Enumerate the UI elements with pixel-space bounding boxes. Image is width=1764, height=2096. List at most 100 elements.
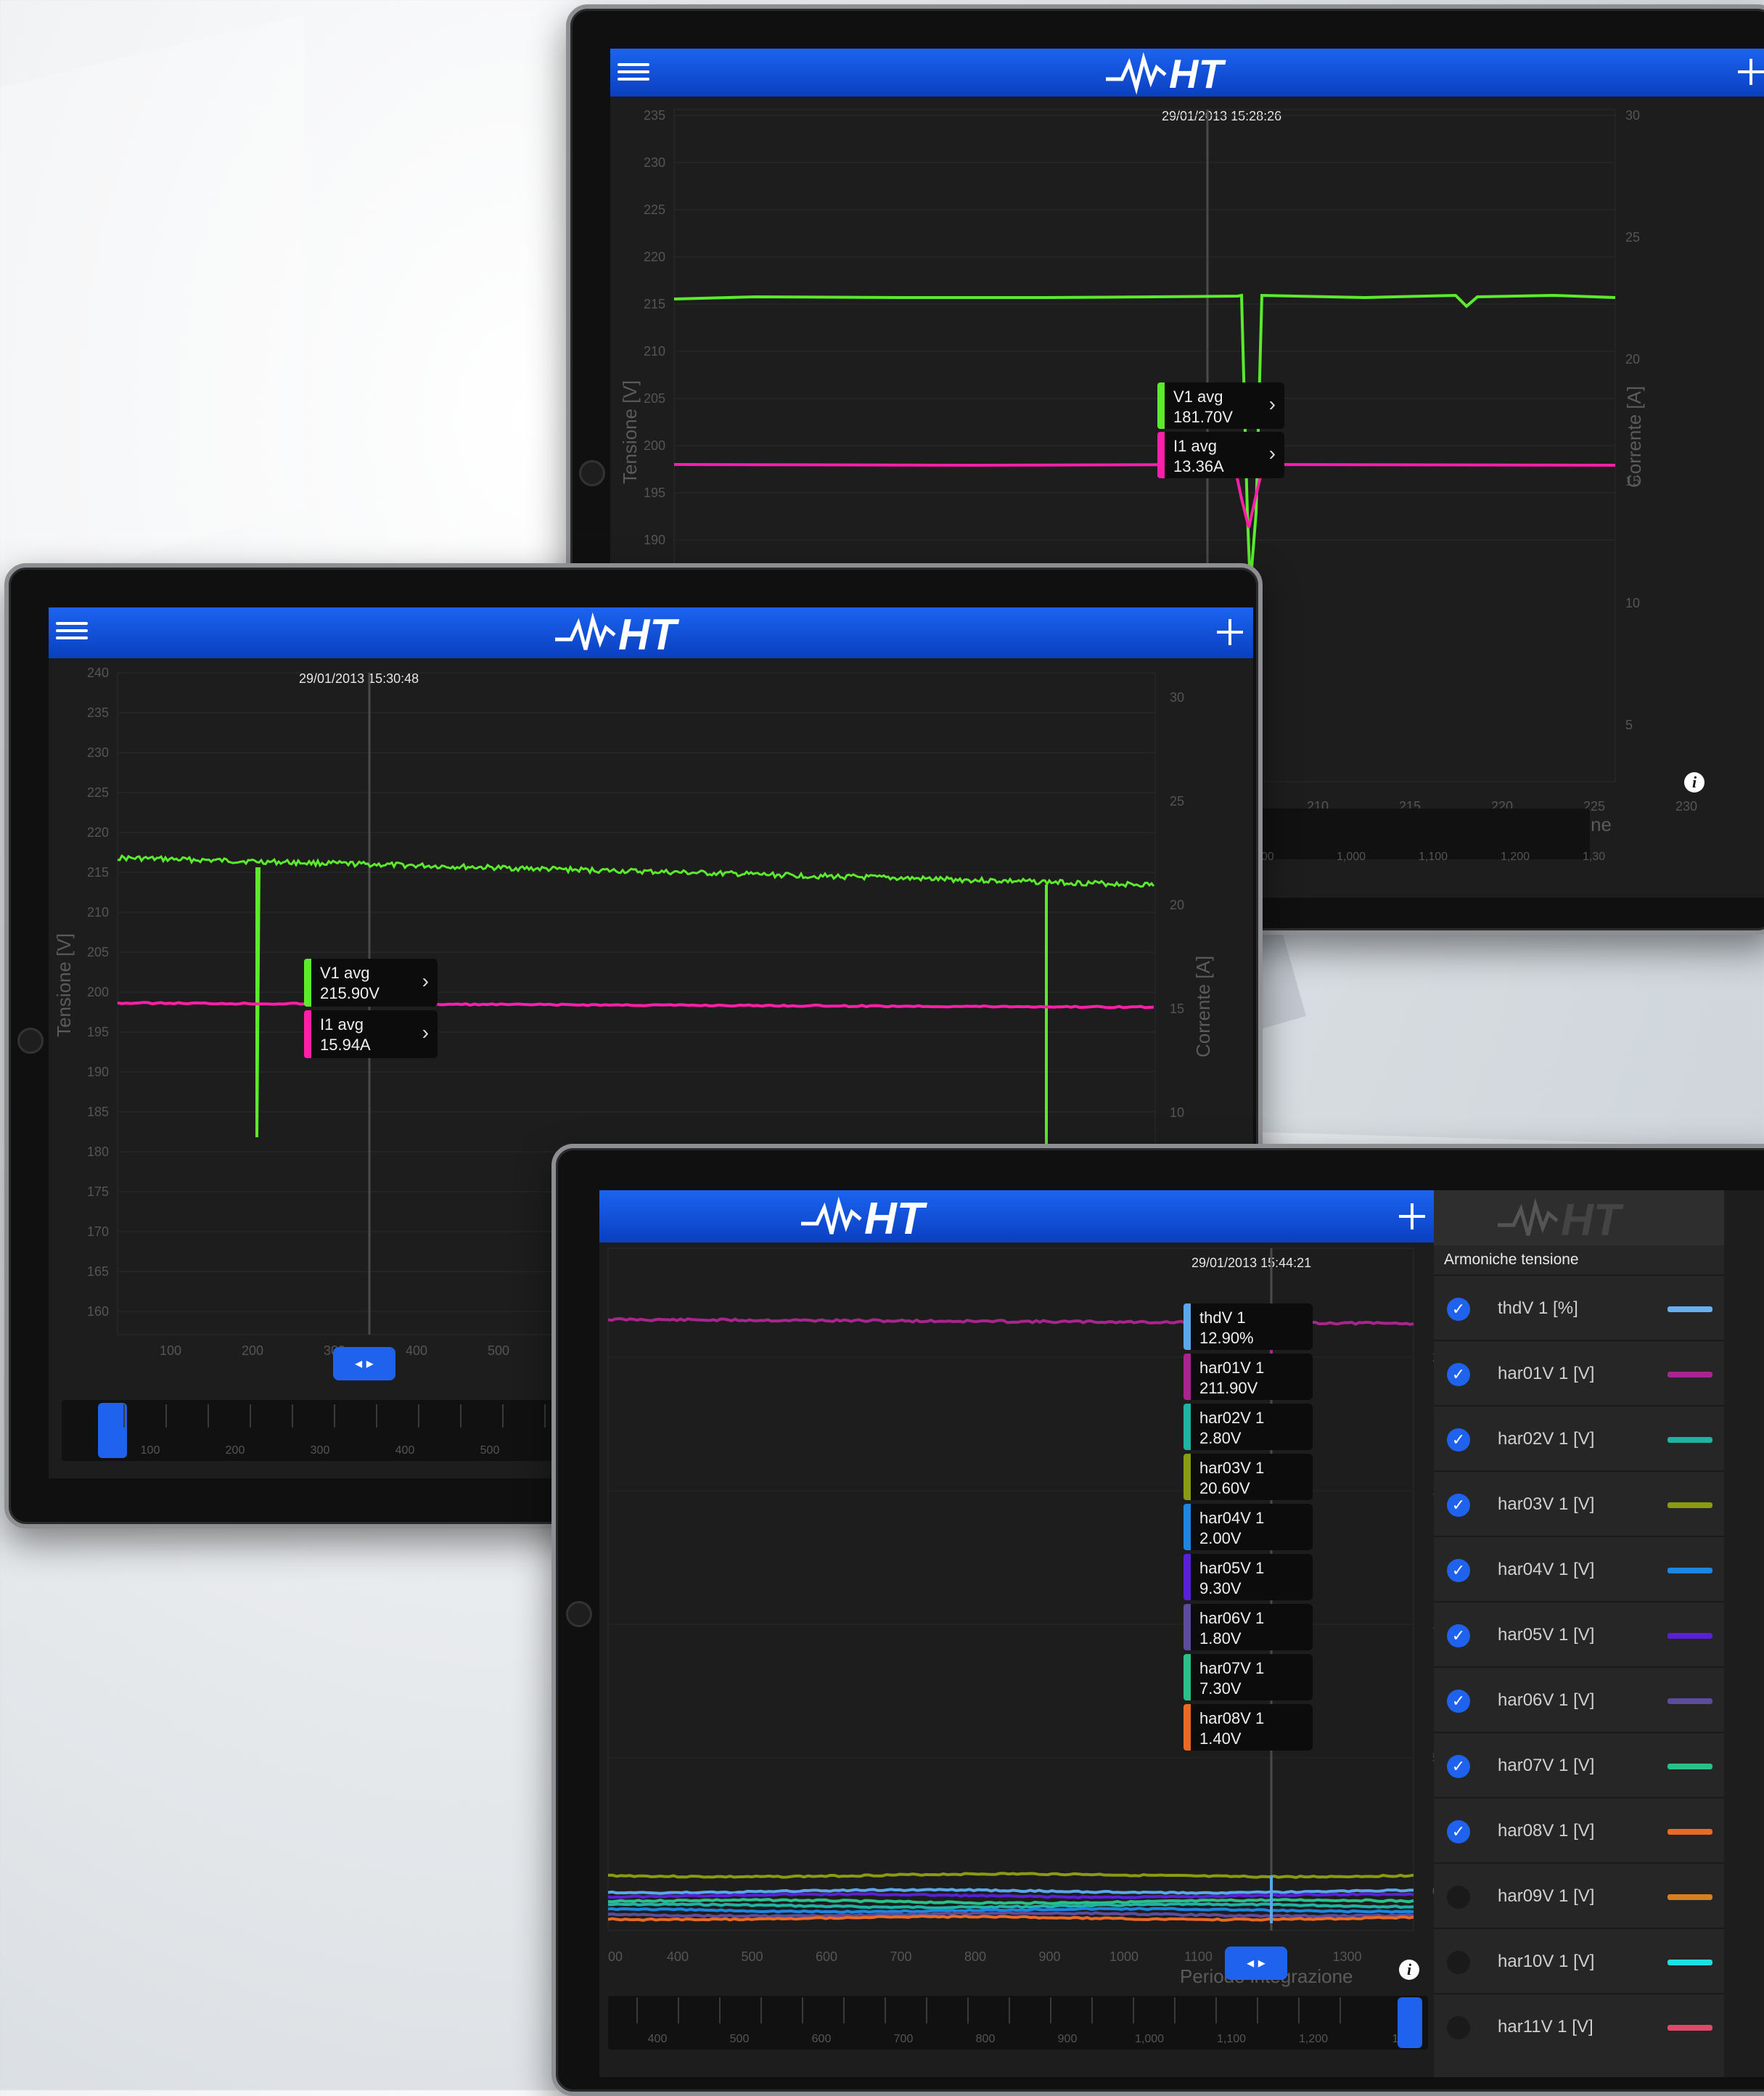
series-toggle-row[interactable]: ✓ har06V 1 [V]	[1434, 1666, 1724, 1732]
scrubber-tick: 1,100	[1217, 2033, 1246, 2045]
tooltip-series-name: thdV 1	[1199, 1309, 1246, 1327]
tooltip-series-name: har08V 1	[1199, 1709, 1265, 1727]
tooltip-series-item[interactable]: thdV 1 12.90%	[1183, 1303, 1313, 1350]
tablet-camera	[17, 1028, 44, 1054]
series-color-bar	[1183, 1654, 1191, 1700]
tablet-3: HT 29/01/2013 15:44:21 20015010050000400…	[551, 1144, 1764, 2096]
svg-text:HT: HT	[1561, 1195, 1625, 1244]
series-toggle-row[interactable]: ✓ har11V 1 [V]	[1434, 1993, 1724, 2059]
tooltip-series-name: V1 avg	[1173, 388, 1223, 406]
series-color-bar	[304, 1010, 311, 1058]
series-toggle-row[interactable]: ✓ har10V 1 [V]	[1434, 1928, 1724, 1994]
tooltip-series-value: 215.90V	[320, 984, 380, 1002]
checkmark-checked-icon[interactable]: ✓	[1447, 1690, 1470, 1713]
tooltip-series-value: 181.70V	[1173, 408, 1233, 426]
tooltip-series-item[interactable]: har05V 1 9.30V	[1183, 1554, 1313, 1600]
tooltip-series-name: har07V 1	[1199, 1659, 1265, 1677]
tooltip-series-item[interactable]: V1 avg 181.70V ›	[1157, 382, 1284, 429]
series-color-bar	[1183, 1404, 1191, 1450]
tablet-3-screen: HT 29/01/2013 15:44:21 20015010050000400…	[599, 1190, 1764, 2077]
series-toggle-row[interactable]: ✓ har04V 1 [V]	[1434, 1536, 1724, 1602]
checkmark-unchecked-icon[interactable]: ✓	[1447, 2016, 1470, 2039]
chevron-right-icon: ›	[1268, 393, 1276, 415]
scrubber-tick: 400	[648, 2033, 668, 2045]
series-color-bar	[1183, 1554, 1191, 1600]
checkmark-checked-icon[interactable]: ✓	[1447, 1363, 1470, 1386]
series-color-swatch	[1667, 1568, 1712, 1573]
tablet-camera	[579, 460, 605, 486]
tooltip-series-name: har06V 1	[1199, 1609, 1265, 1627]
series-color-bar	[304, 959, 311, 1007]
series-toggle-row[interactable]: ✓ har07V 1 [V]	[1434, 1732, 1724, 1798]
checkmark-checked-icon[interactable]: ✓	[1447, 1298, 1470, 1321]
tooltip-series-value: 20.60V	[1199, 1479, 1250, 1497]
scrubber-tick: 1,30	[1583, 851, 1605, 863]
series-toggle-row[interactable]: ✓ thdV 1 [%]	[1434, 1274, 1724, 1340]
series-toggle-row[interactable]: ✓ har05V 1 [V]	[1434, 1601, 1724, 1667]
tooltip-series-item[interactable]: har03V 1 20.60V	[1183, 1454, 1313, 1500]
scrubber-tick: 500	[730, 2033, 750, 2045]
tooltip-series-item[interactable]: har06V 1 1.80V	[1183, 1604, 1313, 1650]
scrubber-tick: 1,200	[1501, 851, 1530, 863]
checkmark-checked-icon[interactable]: ✓	[1447, 1820, 1470, 1843]
series-color-bar	[1183, 1454, 1191, 1500]
series-toggle-row[interactable]: ✓ har02V 1 [V]	[1434, 1405, 1724, 1471]
scrubber-tick: 100	[141, 1444, 160, 1457]
series-toggle-label: thdV 1 [%]	[1498, 1298, 1578, 1318]
series-color-swatch	[1667, 1633, 1712, 1639]
scrubber-tick: 1,200	[1299, 2033, 1328, 2045]
series-toggle-row[interactable]: ✓ har09V 1 [V]	[1434, 1862, 1724, 1928]
series-color-bar	[1183, 1704, 1191, 1751]
series-toggle-row[interactable]: ✓ har03V 1 [V]	[1434, 1470, 1724, 1536]
tooltip-series-item[interactable]: I1 avg 15.94A ›	[304, 1010, 438, 1058]
scrubber-tick: 1,000	[1337, 851, 1366, 863]
tooltip-series-value: 15.94A	[320, 1036, 371, 1054]
chevron-right-icon: ›	[422, 1021, 429, 1044]
series-toggle-label: har07V 1 [V]	[1498, 1756, 1595, 1775]
series-color-swatch	[1667, 2025, 1712, 2031]
scrubber-tick: 600	[812, 2033, 832, 2045]
tooltip-series-item[interactable]: har04V 1 2.00V	[1183, 1504, 1313, 1550]
series-toggle-label: har11V 1 [V]	[1498, 2017, 1593, 2036]
series-color-swatch	[1667, 1502, 1712, 1508]
tablet-camera	[566, 1601, 592, 1627]
scrubber-tick: 400	[395, 1444, 415, 1457]
tooltip-series-item[interactable]: har07V 1 7.30V	[1183, 1654, 1313, 1700]
tooltip-series-item[interactable]: har08V 1 1.40V	[1183, 1704, 1313, 1751]
checkmark-checked-icon[interactable]: ✓	[1447, 1559, 1470, 1582]
side-panel-header: HT	[1434, 1190, 1724, 1245]
checkmark-checked-icon[interactable]: ✓	[1447, 1624, 1470, 1647]
ht-logo-faded: HT	[1498, 1195, 1625, 1244]
series-toggle-row[interactable]: ✓ har01V 1 [V]	[1434, 1340, 1724, 1406]
tooltip-series-value: 211.90V	[1199, 1379, 1258, 1397]
series-color-bar	[1183, 1604, 1191, 1650]
tooltip-series-item[interactable]: V1 avg 215.90V ›	[304, 959, 438, 1007]
scrubber-tick: 800	[976, 2033, 996, 2045]
series-color-swatch	[1667, 1306, 1712, 1312]
tooltip-series-name: har05V 1	[1199, 1559, 1265, 1577]
chevron-right-icon: ›	[1268, 442, 1276, 464]
series-toggle-label: har01V 1 [V]	[1498, 1364, 1595, 1383]
tooltip-series-item[interactable]: har02V 1 2.80V	[1183, 1404, 1313, 1450]
tooltip-series-name: har04V 1	[1199, 1509, 1265, 1527]
series-color-bar	[1183, 1303, 1191, 1350]
tooltip-series-name: V1 avg	[320, 964, 370, 982]
tooltip-series-name: I1 avg	[1173, 437, 1217, 455]
tooltip-series-name: har03V 1	[1199, 1459, 1265, 1477]
checkmark-checked-icon[interactable]: ✓	[1447, 1755, 1470, 1778]
tooltip-series-value: 12.90%	[1199, 1329, 1254, 1347]
series-side-panel: HT Armoniche tensione ✓ thdV 1 [%] ✓ har01V…	[1434, 1190, 1724, 2077]
series-toggle-row[interactable]: ✓ har08V 1 [V]	[1434, 1797, 1724, 1863]
checkmark-checked-icon[interactable]: ✓	[1447, 1494, 1470, 1517]
tooltip-series-item[interactable]: har01V 1 211.90V	[1183, 1354, 1313, 1400]
side-panel-title: Armoniche tensione	[1444, 1251, 1579, 1268]
tooltip-series-item[interactable]: I1 avg 13.36A ›	[1157, 432, 1284, 478]
series-toggle-label: har06V 1 [V]	[1498, 1690, 1595, 1710]
series-toggle-label: har02V 1 [V]	[1498, 1429, 1595, 1449]
checkmark-checked-icon[interactable]: ✓	[1447, 1428, 1470, 1452]
checkmark-unchecked-icon[interactable]: ✓	[1447, 1886, 1470, 1909]
scrubber-tick: 700	[894, 2033, 914, 2045]
tooltip-series-name: I1 avg	[320, 1015, 364, 1033]
tooltip-series-value: 1.40V	[1199, 1729, 1242, 1748]
checkmark-unchecked-icon[interactable]: ✓	[1447, 1951, 1470, 1974]
